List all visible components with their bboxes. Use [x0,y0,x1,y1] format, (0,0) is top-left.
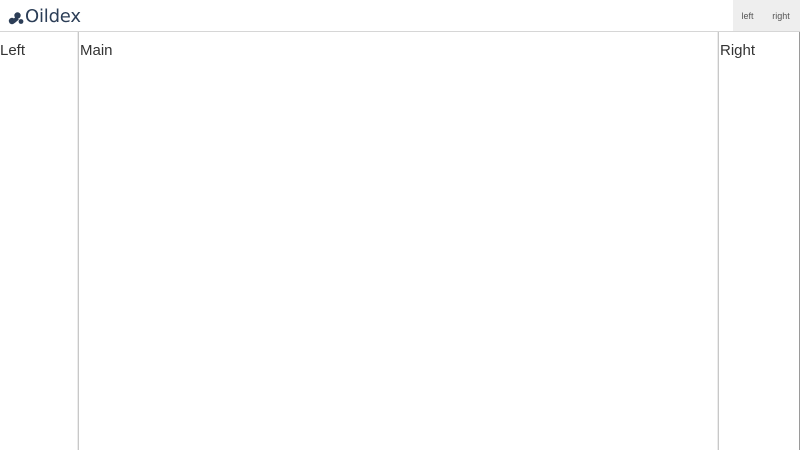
right-pane-title: Right [720,42,756,59]
oildex-logo-icon [8,12,24,25]
brand-name: Oildex [25,6,81,27]
toggle-right-button[interactable]: right [762,0,800,31]
main-pane: Main [78,32,718,450]
main-pane-title: Main [80,42,113,59]
pane-toggle-nav: left right [733,0,800,31]
right-pane: Right [718,32,800,450]
left-pane: Left [0,32,78,450]
toggle-left-button[interactable]: left [733,0,762,31]
top-bar: Oildex left right [0,0,800,32]
left-pane-title: Left [0,42,26,59]
brand[interactable]: Oildex [8,7,81,27]
